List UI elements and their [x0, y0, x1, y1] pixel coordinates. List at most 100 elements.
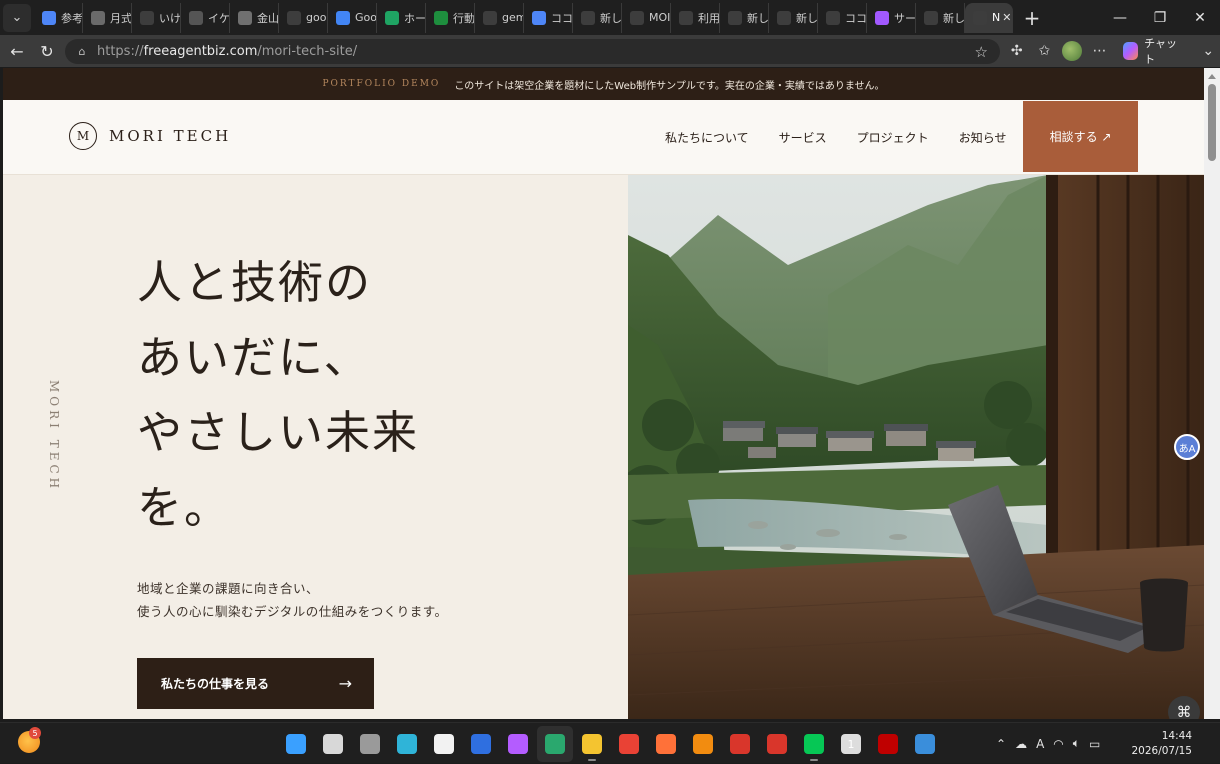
browser-tab[interactable]: サー [867, 2, 916, 33]
nav-news[interactable]: お知らせ [959, 129, 1007, 146]
taskbar-app-edge[interactable] [537, 726, 573, 762]
browser-tab[interactable]: 利用 [671, 2, 720, 33]
taskbar-app-firefox[interactable] [648, 726, 684, 762]
gemini-icon [532, 10, 546, 25]
restore-button[interactable]: ❐ [1140, 0, 1180, 35]
copilot-label: チャット [1144, 37, 1178, 66]
tab-close-icon[interactable]: ✕ [1002, 11, 1011, 24]
nav-about[interactable]: 私たちについて [665, 129, 749, 146]
more-menu-button[interactable]: ⋯ [1088, 37, 1112, 65]
url-prefix: https:// [97, 44, 144, 59]
browser-tab[interactable]: MOI [622, 2, 671, 33]
search-icon [140, 10, 154, 25]
chevron-up-icon[interactable]: ⌃ [996, 737, 1006, 751]
taskbar-app-line[interactable] [796, 726, 832, 762]
arrow-right-icon: → [338, 674, 352, 693]
browser-right-tools: ✣ ✩ ⋯ チャット ⌄ [1005, 35, 1220, 67]
ime-icon[interactable]: A [1036, 737, 1044, 751]
taskbar-app-chatgpt[interactable]: 1 [833, 726, 869, 762]
browser-tab[interactable]: 新し [573, 2, 622, 33]
tab-active[interactable]: N ✕ [965, 2, 1013, 33]
back-button[interactable]: ← [2, 36, 32, 66]
new-tab-button[interactable]: + [1017, 3, 1047, 33]
browser-tab[interactable]: gem [475, 2, 524, 33]
page-scrollbar[interactable] [1204, 68, 1220, 719]
puzzle-icon: ✣ [1010, 43, 1023, 59]
hero-lead: 地域と企業の課題に向き合い、 使う人の心に馴染むデジタルの仕組みをつくります。 [137, 577, 448, 623]
globe-icon [973, 10, 987, 25]
scroll-up-arrow[interactable] [1208, 74, 1216, 79]
tab-label: ホー [404, 11, 426, 25]
browser-tab[interactable]: イケ [181, 2, 230, 33]
browser-tab[interactable]: ホー [377, 2, 426, 33]
tab-label: 新し [747, 11, 769, 25]
hero-photo-illustration [628, 175, 1204, 719]
refresh-button[interactable]: ↻ [32, 36, 62, 66]
browser-tab[interactable]: 新し [720, 2, 769, 33]
taskbar-app-store[interactable] [426, 726, 462, 762]
taskbar-app-windows-start[interactable] [278, 726, 314, 762]
browser-tab[interactable]: 月式 [83, 2, 132, 33]
nav-projects[interactable]: プロジェクト [857, 129, 929, 146]
site-info-icon[interactable]: ⌂ [75, 45, 89, 59]
taskbar-app-pdf[interactable] [759, 726, 795, 762]
newtab-icon [581, 10, 595, 25]
browser-tab[interactable]: 新し [916, 2, 965, 33]
browser-tab[interactable]: 新し [769, 2, 818, 33]
sidebar-toggle-button[interactable]: ⌄ [1196, 37, 1220, 65]
taskbar-apps: 1 [278, 726, 943, 762]
taskbar-app-todo[interactable] [463, 726, 499, 762]
refresh-icon: ↻ [40, 41, 54, 61]
headline-line: やさしい未来 [137, 406, 420, 459]
contact-cta-button[interactable]: 相談する ↗ [1023, 101, 1138, 172]
extensions-button[interactable]: ✣ [1005, 37, 1029, 65]
taskbar-app-copilot[interactable] [500, 726, 536, 762]
profile-button[interactable] [1060, 37, 1084, 65]
view-work-label: 私たちの仕事を見る [161, 677, 270, 691]
browser-tab[interactable]: 行動 [426, 2, 475, 33]
hero-headline: 人と技術の あいだに、 やさしい未来 を。 [137, 245, 419, 545]
volume-icon[interactable]: 🔈︎ [1073, 736, 1080, 751]
minimize-button[interactable]: — [1100, 0, 1140, 35]
wifi-icon[interactable]: ◠ [1053, 737, 1063, 751]
view-work-button[interactable]: 私たちの仕事を見る → [137, 658, 374, 709]
taskbar-app-filezilla[interactable] [870, 726, 906, 762]
taskbar-app-file-explorer[interactable] [574, 726, 610, 762]
nav-services[interactable]: サービス [779, 129, 827, 146]
taskbar-app-copilot-swirl[interactable] [389, 726, 425, 762]
tab-actions-menu-button[interactable]: ⌄ [3, 3, 31, 32]
newtab-icon [777, 10, 791, 25]
close-window-button[interactable]: ✕ [1180, 0, 1220, 35]
browser-tab[interactable]: Goo [328, 2, 377, 33]
taskbar-clock[interactable]: 14:44 2026/07/15 [1131, 729, 1192, 759]
url-path: /mori-tech-site/ [257, 44, 358, 59]
copilot-chat-button[interactable]: チャット [1115, 37, 1188, 66]
browser-tab[interactable]: 金山 [230, 2, 279, 33]
favorites-button[interactable]: ✩ [1033, 37, 1057, 65]
taskbar-app-wps[interactable] [722, 726, 758, 762]
translate-icon[interactable]: あA [1174, 434, 1200, 460]
tab-label: 参考 [61, 11, 83, 25]
address-bar[interactable]: ⌂ https://freeagentbiz.com/mori-tech-sit… [65, 39, 1000, 64]
favorite-star-icon[interactable]: ☆ [975, 43, 988, 61]
taskbar-app-task-view[interactable] [352, 726, 388, 762]
taskbar-app-search[interactable] [315, 726, 351, 762]
browser-tab[interactable]: 参考 [34, 2, 83, 33]
browser-tab[interactable]: ココ [818, 2, 867, 33]
taskbar-app-notepad[interactable] [907, 726, 943, 762]
page-grid-icon [189, 10, 203, 25]
taskbar-app-chrome[interactable] [611, 726, 647, 762]
google-icon [336, 10, 350, 25]
site-logo[interactable]: M MORI TECH [69, 122, 231, 150]
chevron-down-icon: ⌄ [1202, 43, 1215, 59]
browser-tab[interactable]: goo [279, 2, 328, 33]
arrow-left-icon: ← [10, 41, 24, 61]
taskbar-app-vlc[interactable] [685, 726, 721, 762]
browser-tab[interactable]: ココ [524, 2, 573, 33]
browser-tab[interactable]: いけた [132, 2, 181, 33]
onedrive-icon[interactable]: ☁ [1015, 737, 1027, 751]
scroll-thumb[interactable] [1208, 84, 1216, 161]
vertical-brand-label: MORI TECH [47, 380, 61, 493]
battery-icon[interactable]: ▭ [1089, 737, 1100, 751]
tab-label: 新し [796, 11, 818, 25]
